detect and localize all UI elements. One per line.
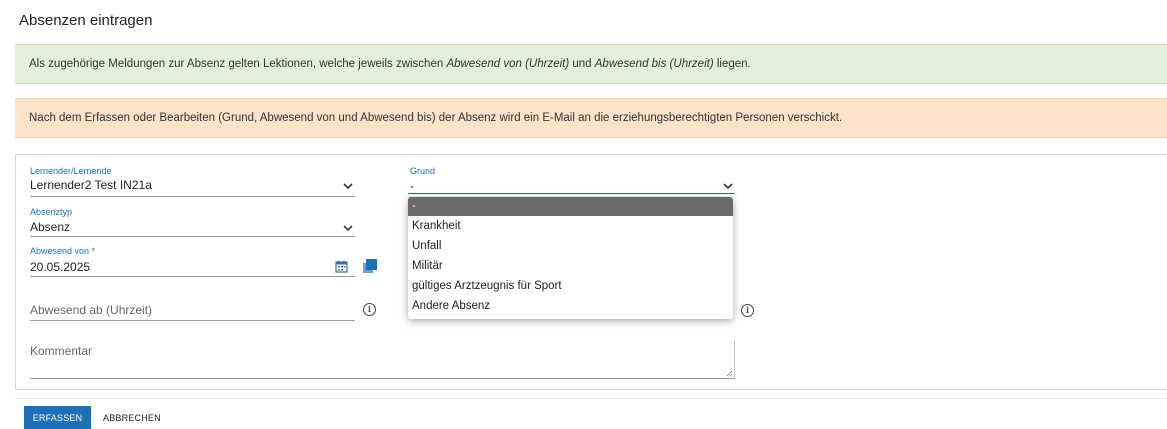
resize-handle-icon[interactable] (726, 370, 733, 377)
grund-value: - (410, 179, 414, 193)
calendar-icon[interactable] (335, 260, 348, 273)
info-text-emphasis: Abwesend von (Uhrzeit) (446, 58, 570, 70)
erfassen-button[interactable]: ERFASSEN (24, 406, 91, 429)
info-text-part: liegen. (713, 58, 751, 70)
abwesend-von-label: Abwesend von * (30, 246, 96, 256)
kommentar-placeholder: Kommentar (30, 344, 93, 358)
info-icon[interactable]: i (363, 303, 376, 316)
copy-icon[interactable] (362, 258, 378, 274)
absenztyp-value: Absenz (30, 220, 71, 234)
dropdown-option[interactable]: Krankheit (408, 216, 733, 236)
absenztyp-label: Absenztyp (30, 207, 73, 217)
chevron-down-icon (343, 183, 353, 190)
abbrechen-button[interactable]: ABBRECHEN (103, 406, 161, 429)
abwesend-von-value: 20.05.2025 (30, 260, 91, 274)
dropdown-option[interactable]: gültiges Arztzeugnis für Sport (408, 276, 733, 296)
kommentar-border (734, 340, 735, 378)
page-title: Absenzen eintragen (19, 12, 153, 29)
info-text-emphasis: Abwesend bis (Uhrzeit) (594, 58, 714, 70)
chevron-down-icon (723, 183, 733, 190)
info-alert: Als zugehörige Meldungen zur Absenz gelt… (15, 44, 1167, 84)
info-alert-text: Als zugehörige Meldungen zur Absenz gelt… (29, 58, 751, 70)
absenztyp-underline (30, 236, 355, 237)
chevron-down-icon (343, 225, 353, 232)
lernender-underline (30, 196, 355, 197)
abwesend-ab-placeholder: Abwesend ab (Uhrzeit) (30, 303, 153, 317)
dropdown-option[interactable]: Andere Absenz (408, 296, 733, 316)
grund-underline (408, 193, 735, 194)
warning-alert-text: Nach dem Erfassen oder Bearbeiten (Grund… (29, 112, 843, 124)
info-text-part: Als zugehörige Meldungen zur Absenz gelt… (29, 58, 447, 70)
dropdown-option[interactable]: Unfall (408, 236, 733, 256)
kommentar-underline (30, 378, 735, 379)
lernender-value: Lernender2 Test IN21a (30, 178, 152, 192)
grund-dropdown-list: - Krankheit Unfall Militär gültiges Arzt… (408, 197, 733, 319)
grund-label: Grund (410, 166, 436, 176)
info-icon[interactable]: i (741, 304, 754, 317)
warning-alert: Nach dem Erfassen oder Bearbeiten (Grund… (15, 98, 1167, 138)
dropdown-option[interactable]: - (408, 197, 733, 216)
lernender-label: Lernender/Lernende (30, 166, 112, 176)
divider (15, 398, 1167, 399)
abwesend-von-underline (30, 276, 355, 277)
abwesend-ab-underline (30, 320, 355, 321)
info-text-part: und (569, 58, 595, 70)
dropdown-option[interactable]: Militär (408, 256, 733, 276)
